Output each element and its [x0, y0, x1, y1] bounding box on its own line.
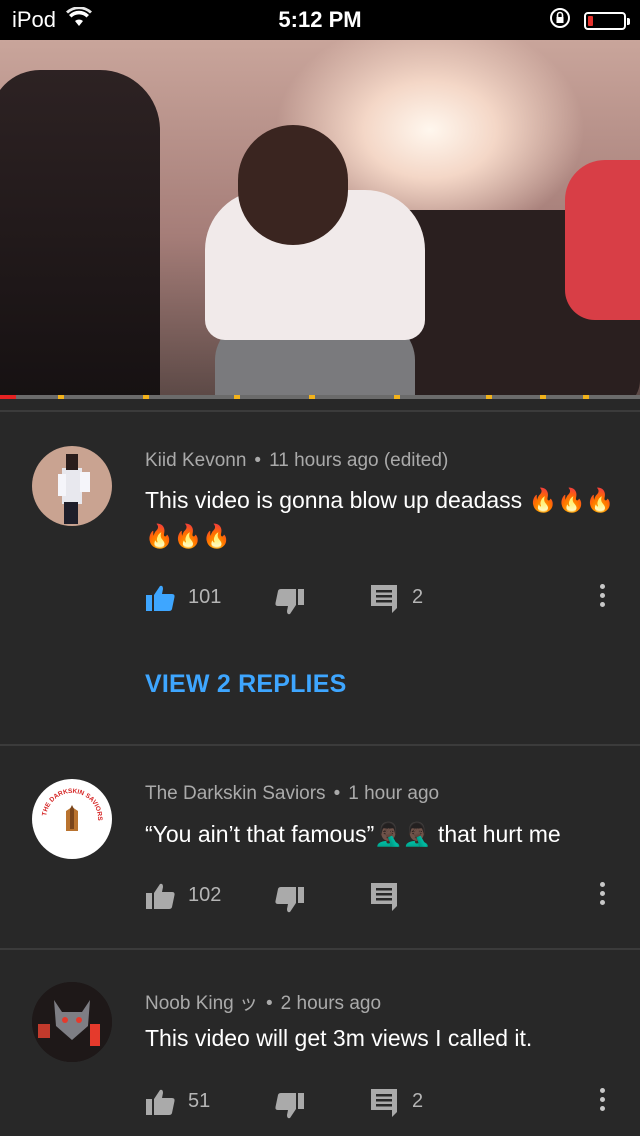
comment-actions: 102	[145, 880, 625, 914]
reply-icon[interactable]	[370, 882, 398, 917]
video-progress-bar[interactable]	[0, 395, 640, 399]
avatar[interactable]	[32, 982, 112, 1062]
comment-item: Kiid Kevonn • 11 hours ago (edited) This v…	[0, 412, 640, 744]
comment-author[interactable]: Noob King ッ	[145, 993, 258, 1014]
comment-text: “You ain’t that famous”🤦🏿‍♂️🤦🏿‍♂️ that h…	[145, 821, 561, 847]
more-vert-icon[interactable]	[597, 584, 607, 612]
comment-text: This video is gonna blow up deadass 🔥🔥🔥🔥…	[145, 487, 615, 549]
comment-time: 11 hours ago (edited)	[269, 450, 449, 471]
more-vert-icon[interactable]	[597, 882, 607, 910]
comment-meta: Noob King ッ • 2 hours ago	[145, 993, 382, 1014]
avatar[interactable]	[32, 446, 112, 526]
thumbs-up-icon[interactable]	[145, 880, 177, 917]
like-count: 51	[188, 1090, 211, 1112]
view-replies-button[interactable]: VIEW 2 REPLIES	[145, 670, 346, 699]
comment-author[interactable]: The Darkskin Saviors	[145, 783, 326, 804]
comment-meta: Kiid Kevonn • 11 hours ago (edited)	[145, 450, 449, 471]
comment-item: Noob King ッ • 2 hours ago This video will …	[0, 950, 640, 1136]
comment-actions: 51 2	[145, 1086, 625, 1120]
comment-time: 1 hour ago	[348, 783, 440, 804]
comment-item: THE DARKSKIN SAVIORS The Darkskin Savior…	[0, 746, 640, 948]
reply-count: 2	[412, 1090, 424, 1112]
comment-time: 2 hours ago	[280, 993, 382, 1014]
comment-text: This video will get 3m views I called it…	[145, 1025, 533, 1051]
comment-author[interactable]: Kiid Kevonn	[145, 450, 246, 471]
status-bar: iPod 5:12 PM	[0, 0, 640, 40]
like-count: 102	[188, 884, 222, 906]
progress-played	[0, 395, 16, 399]
reply-icon[interactable]	[370, 584, 398, 619]
comment-actions: 101 2	[145, 582, 625, 616]
status-time: 5:12 PM	[278, 7, 362, 32]
like-count: 101	[188, 586, 222, 608]
avatar[interactable]: THE DARKSKIN SAVIORS	[32, 779, 112, 859]
thumbs-down-icon[interactable]	[273, 1090, 305, 1127]
reply-icon[interactable]	[370, 1088, 398, 1123]
comment-meta: The Darkskin Saviors • 1 hour ago	[145, 783, 440, 804]
video-player[interactable]	[0, 40, 640, 397]
battery-icon	[584, 11, 630, 30]
orientation-lock-icon	[548, 6, 572, 35]
thumbs-down-icon[interactable]	[273, 586, 305, 623]
thumbs-up-icon[interactable]	[145, 582, 177, 619]
thumbs-down-icon[interactable]	[273, 884, 305, 921]
reply-count: 2	[412, 586, 424, 608]
thumbs-up-icon[interactable]	[145, 1086, 177, 1123]
more-vert-icon[interactable]	[597, 1088, 607, 1116]
